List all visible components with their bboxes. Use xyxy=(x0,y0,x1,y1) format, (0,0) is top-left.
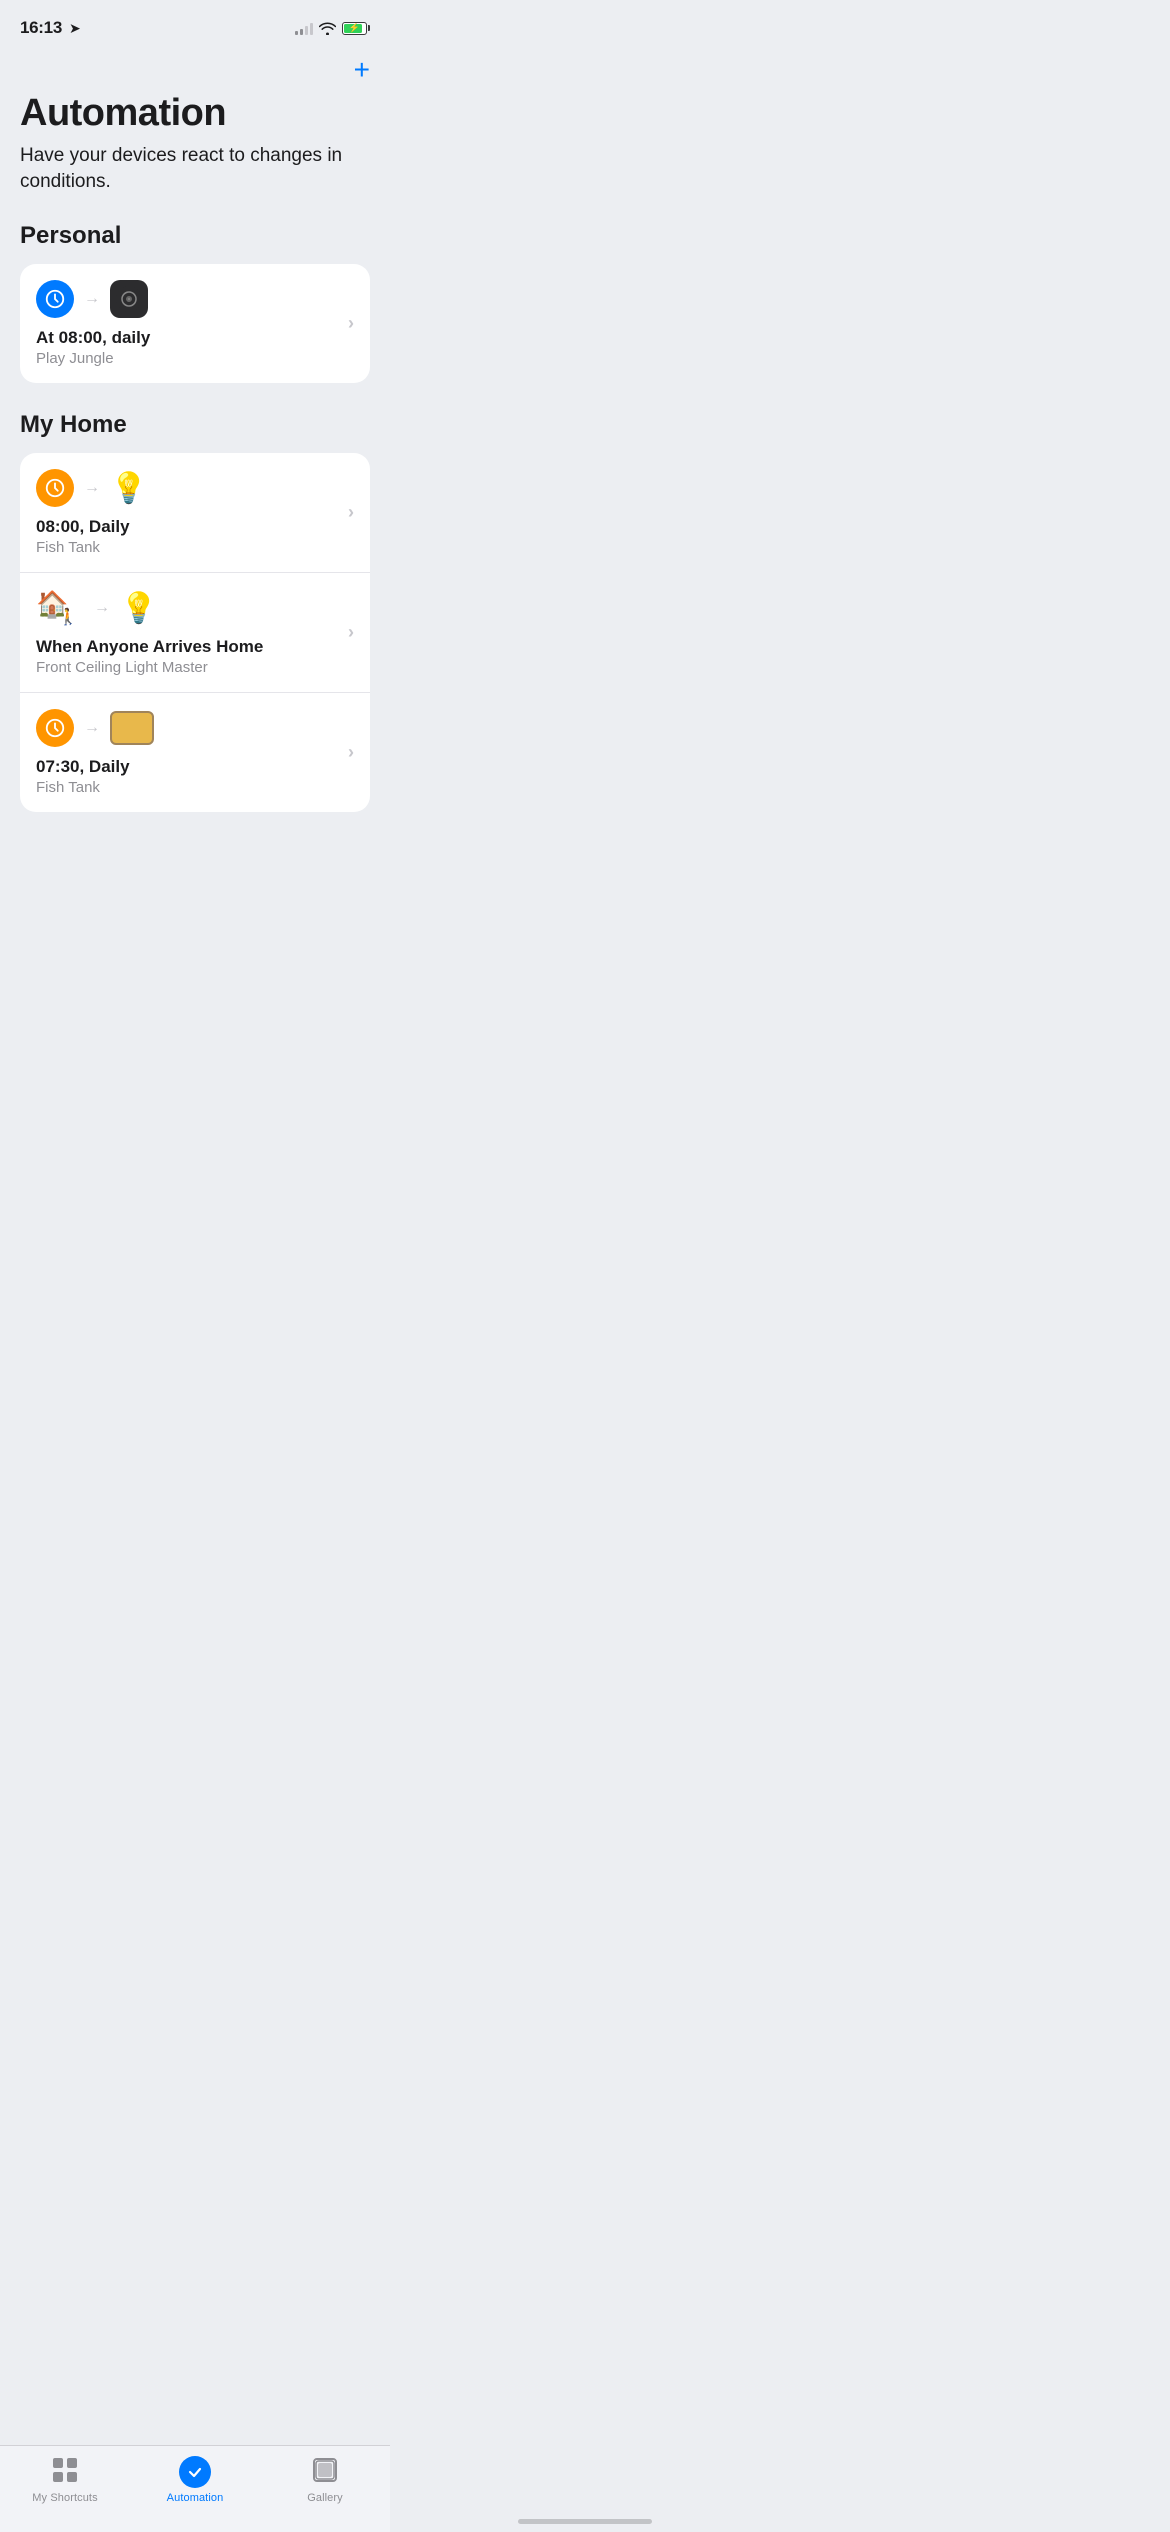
wifi-icon xyxy=(319,22,336,35)
automation-content: 🏠 🚶 → 💡 When Anyone Arrives Home Front C… xyxy=(36,589,340,676)
automation-row[interactable]: 🏠 🚶 → 💡 When Anyone Arrives Home Front C… xyxy=(20,572,370,692)
automation-row[interactable]: → 07:30, Daily Fish Tank › xyxy=(20,692,370,812)
location-arrow-icon: ➤ xyxy=(69,20,81,37)
my-home-card: → 💡 08:00, Daily Fish Tank › 🏠 🚶 → 💡 xyxy=(20,453,370,812)
arrow-icon: → xyxy=(84,290,100,308)
automation-icons: → 💡 xyxy=(36,469,340,507)
status-indicators: ⚡ xyxy=(295,21,370,35)
automation-content: → 07:30, Daily Fish Tank xyxy=(36,709,340,796)
status-time: 16:13 xyxy=(20,18,62,38)
my-shortcuts-icon xyxy=(51,2456,79,2488)
nav-item-automation[interactable]: Automation xyxy=(155,2456,235,2504)
bottom-nav: My Shortcuts Automation Gallery xyxy=(0,2445,390,2532)
chevron-right-icon: › xyxy=(348,742,354,763)
section-title-personal: Personal xyxy=(0,222,390,264)
trigger-time-icon xyxy=(36,280,74,318)
trigger-time-orange2-icon xyxy=(36,709,74,747)
automation-row[interactable]: → At 08:00, daily Play Jungle › xyxy=(20,264,370,383)
automation-title: At 08:00, daily xyxy=(36,328,340,348)
personal-card: → At 08:00, daily Play Jungle › xyxy=(20,264,370,383)
nav-label-my-shortcuts: My Shortcuts xyxy=(32,2492,97,2504)
automation-nav-icon xyxy=(179,2456,211,2488)
status-time-area: 16:13 ➤ xyxy=(20,18,81,38)
automation-subtitle: Fish Tank xyxy=(36,539,340,556)
chevron-right-icon: › xyxy=(348,622,354,643)
automation-content: → At 08:00, daily Play Jungle xyxy=(36,280,340,367)
automation-row[interactable]: → 💡 08:00, Daily Fish Tank › xyxy=(20,453,370,572)
automation-subtitle: Front Ceiling Light Master xyxy=(36,659,340,676)
add-button-row: + xyxy=(0,48,390,88)
nav-item-my-shortcuts[interactable]: My Shortcuts xyxy=(25,2456,105,2504)
automation-subtitle: Play Jungle xyxy=(36,350,340,367)
automation-title: When Anyone Arrives Home xyxy=(36,637,340,657)
section-title-my-home: My Home xyxy=(0,411,390,453)
nav-label-automation: Automation xyxy=(167,2492,224,2504)
add-automation-button[interactable]: + xyxy=(354,56,370,84)
action-bulb-icon: 💡 xyxy=(110,469,148,507)
gallery-icon xyxy=(311,2456,339,2488)
action-bulb2-icon: 💡 xyxy=(120,589,158,627)
arrow-icon: → xyxy=(84,479,100,497)
page-title: Automation xyxy=(0,88,390,143)
trigger-arrive-icon: 🏠 🚶 xyxy=(36,589,78,627)
action-screen-icon xyxy=(110,711,154,745)
battery-icon: ⚡ xyxy=(342,22,370,35)
arrow-icon: → xyxy=(94,599,110,617)
chevron-right-icon: › xyxy=(348,313,354,334)
chevron-right-icon: › xyxy=(348,502,354,523)
action-speaker-icon xyxy=(110,280,148,318)
trigger-time-orange-icon xyxy=(36,469,74,507)
nav-label-gallery: Gallery xyxy=(307,2492,343,2504)
automation-icons: → xyxy=(36,709,340,747)
status-bar: 16:13 ➤ ⚡ xyxy=(0,0,390,48)
automation-subtitle: Fish Tank xyxy=(36,779,340,796)
home-indicator xyxy=(518,2519,652,2524)
arrow-icon: → xyxy=(84,719,100,737)
automation-content: → 💡 08:00, Daily Fish Tank xyxy=(36,469,340,556)
signal-icon xyxy=(295,21,313,35)
automation-title: 08:00, Daily xyxy=(36,517,340,537)
nav-item-gallery[interactable]: Gallery xyxy=(285,2456,365,2504)
automation-icons: 🏠 🚶 → 💡 xyxy=(36,589,340,627)
automation-check-circle xyxy=(179,2456,211,2488)
automation-icons: → xyxy=(36,280,340,318)
page-subtitle: Have your devices react to changes in co… xyxy=(0,143,390,222)
automation-title: 07:30, Daily xyxy=(36,757,340,777)
